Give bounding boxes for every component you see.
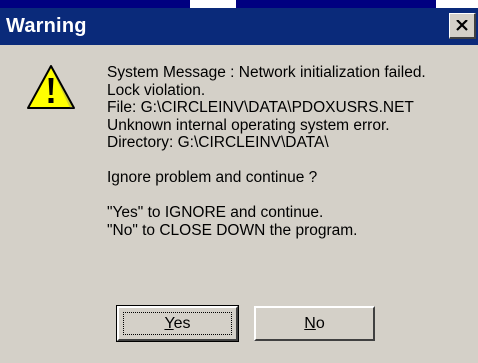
warning-dialog: Warning System Message : Network initial…	[0, 0, 478, 363]
no-button[interactable]: No	[254, 306, 375, 341]
message-line: System Message : Network initialization …	[107, 64, 426, 81]
message-line: Lock violation.	[107, 81, 206, 99]
title-bar: Warning	[0, 8, 478, 45]
question-text: Ignore problem and continue ?	[107, 169, 318, 186]
no-button-label: No	[304, 314, 325, 332]
close-button[interactable]	[449, 13, 476, 39]
message-line: Directory: G:\CIRCLEINV\DATA\	[107, 134, 329, 151]
background-window-strip	[0, 0, 478, 8]
instruction-line: "Yes" to IGNORE and continue.	[107, 204, 324, 221]
message-line: File: G:\CIRCLEINV\DATA\PDOXUSRS.NET	[107, 99, 414, 116]
focus-ring	[123, 312, 232, 335]
message-line: Unknown internal operating system error.	[107, 116, 390, 134]
warning-triangle-icon	[27, 65, 75, 109]
message-text: System Message : Network initialization …	[107, 64, 475, 239]
instruction-line: "No" to CLOSE DOWN the program.	[107, 221, 358, 239]
dialog-title: Warning	[6, 15, 87, 37]
yes-button[interactable]: Yes	[116, 305, 239, 342]
close-icon	[456, 20, 468, 31]
